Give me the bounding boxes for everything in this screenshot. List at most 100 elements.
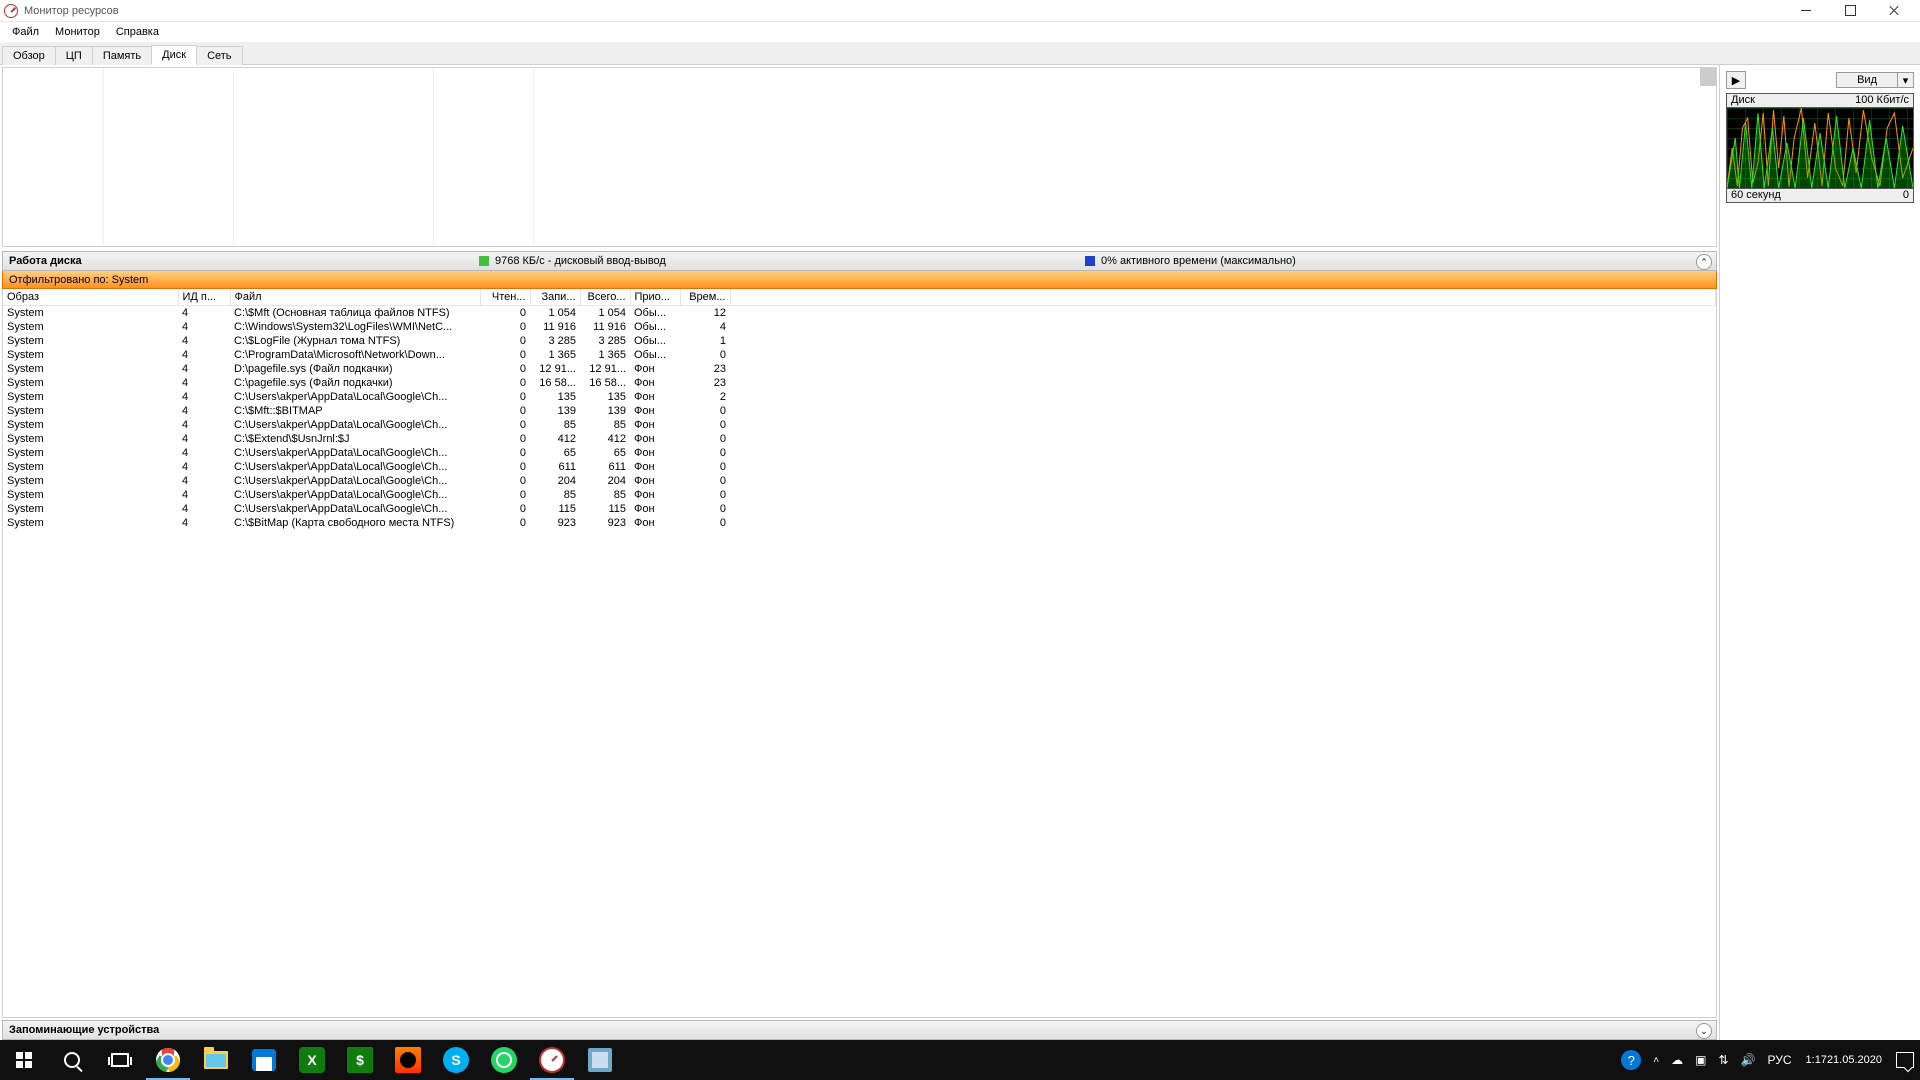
table-row[interactable]: System4C:\$LogFile (Журнал тома NTFS)03 … bbox=[3, 334, 1716, 348]
col-pid[interactable]: ИД п... bbox=[178, 289, 230, 306]
taskbar-app-xbox[interactable]: X bbox=[288, 1040, 336, 1080]
volume-icon[interactable]: 🔊 bbox=[1735, 1040, 1762, 1080]
cell-image: System bbox=[3, 516, 178, 530]
col-file[interactable]: Файл bbox=[230, 289, 480, 306]
table-header-row: Образ ИД п... Файл Чтен... Запи... Всего… bbox=[3, 289, 1716, 306]
collapse-button[interactable]: ⌃ bbox=[1696, 254, 1712, 270]
tab-network[interactable]: Сеть bbox=[196, 46, 242, 65]
col-read[interactable]: Чтен... bbox=[480, 289, 530, 306]
table-row[interactable]: System4C:\Windows\System32\LogFiles\WMI\… bbox=[3, 320, 1716, 334]
table-row[interactable]: System4C:\$BitMap (Карта свободного мест… bbox=[3, 516, 1716, 530]
view-button[interactable]: Вид bbox=[1836, 72, 1898, 88]
expand-pane-button[interactable]: ▶ bbox=[1726, 71, 1746, 89]
table-row[interactable]: System4C:\ProgramData\Microsoft\Network\… bbox=[3, 348, 1716, 362]
cell-total: 11 916 bbox=[580, 320, 630, 334]
table-row[interactable]: System4C:\pagefile.sys (Файл подкачки)01… bbox=[3, 376, 1716, 390]
menu-help[interactable]: Справка bbox=[108, 24, 167, 40]
battery-icon[interactable]: ▣ bbox=[1689, 1040, 1712, 1080]
taskbar-app-skype[interactable]: S bbox=[432, 1040, 480, 1080]
col-total[interactable]: Всего... bbox=[580, 289, 630, 306]
tab-bar: Обзор ЦП Память Диск Сеть bbox=[0, 42, 1920, 65]
taskbar-app-money[interactable]: $ bbox=[336, 1040, 384, 1080]
cell-pid: 4 bbox=[178, 432, 230, 446]
cell-file: C:\$BitMap (Карта свободного места NTFS) bbox=[230, 516, 480, 530]
table-row[interactable]: System4C:\Users\akper\AppData\Local\Goog… bbox=[3, 488, 1716, 502]
taskbar-app-regedit[interactable] bbox=[576, 1040, 624, 1080]
taskbar-app-whatsapp[interactable] bbox=[480, 1040, 528, 1080]
cell-time: 2 bbox=[680, 390, 730, 404]
task-view-button[interactable] bbox=[96, 1040, 144, 1080]
table-row[interactable]: System4C:\Users\akper\AppData\Local\Goog… bbox=[3, 474, 1716, 488]
maximize-button[interactable] bbox=[1828, 0, 1872, 22]
tray-overflow-button[interactable]: ˄ bbox=[1647, 1040, 1665, 1080]
green-indicator-icon bbox=[479, 256, 489, 266]
cell-total: 115 bbox=[580, 502, 630, 516]
cell-time: 4 bbox=[680, 320, 730, 334]
cell-read: 0 bbox=[480, 474, 530, 488]
table-row[interactable]: System4C:\$Mft (Основная таблица файлов … bbox=[3, 306, 1716, 321]
start-button[interactable] bbox=[0, 1040, 48, 1080]
minimize-button[interactable] bbox=[1784, 0, 1828, 22]
expand-button[interactable]: ⌄ bbox=[1696, 1023, 1712, 1039]
view-dropdown-button[interactable]: ▾ bbox=[1898, 72, 1914, 88]
cell-pid: 4 bbox=[178, 334, 230, 348]
taskbar-app-chrome[interactable] bbox=[144, 1040, 192, 1080]
cell-prio: Фон bbox=[630, 404, 680, 418]
clock[interactable]: 1:17 21.05.2020 bbox=[1798, 1040, 1890, 1080]
help-button[interactable]: ? bbox=[1615, 1040, 1647, 1080]
language-indicator[interactable]: РУС bbox=[1761, 1040, 1797, 1080]
graph-scale: 100 Кбит/с bbox=[1855, 94, 1909, 107]
tab-cpu[interactable]: ЦП bbox=[55, 46, 93, 65]
table-row[interactable]: System4C:\Users\akper\AppData\Local\Goog… bbox=[3, 418, 1716, 432]
storage-header[interactable]: Запоминающие устройства ⌄ bbox=[2, 1020, 1717, 1040]
taskbar-app-resmon[interactable] bbox=[528, 1040, 576, 1080]
col-prio[interactable]: Прио... bbox=[630, 289, 680, 306]
action-center-button[interactable] bbox=[1890, 1040, 1920, 1080]
taskbar-app-store[interactable] bbox=[240, 1040, 288, 1080]
cell-total: 16 58... bbox=[580, 376, 630, 390]
cell-total: 204 bbox=[580, 474, 630, 488]
cell-write: 3 285 bbox=[530, 334, 580, 348]
cell-write: 115 bbox=[530, 502, 580, 516]
col-write[interactable]: Запи... bbox=[530, 289, 580, 306]
network-icon[interactable]: ⇅ bbox=[1712, 1040, 1734, 1080]
cell-prio: Обы... bbox=[630, 334, 680, 348]
cell-file: C:\$LogFile (Журнал тома NTFS) bbox=[230, 334, 480, 348]
cell-prio: Фон bbox=[630, 460, 680, 474]
taskbar-app-explorer[interactable] bbox=[192, 1040, 240, 1080]
taskbar-app-aida[interactable] bbox=[384, 1040, 432, 1080]
table-row[interactable]: System4D:\pagefile.sys (Файл подкачки)01… bbox=[3, 362, 1716, 376]
disk-activity-table: Образ ИД п... Файл Чтен... Запи... Всего… bbox=[2, 289, 1717, 1018]
clock-time: 1:17 bbox=[1806, 1054, 1827, 1067]
menu-monitor[interactable]: Монитор bbox=[47, 24, 108, 40]
disk-activity-header[interactable]: Работа диска 9768 КБ/с - дисковый ввод-в… bbox=[2, 251, 1717, 271]
tab-memory[interactable]: Память bbox=[92, 46, 152, 65]
cell-read: 0 bbox=[480, 362, 530, 376]
table-row[interactable]: System4C:\Users\akper\AppData\Local\Goog… bbox=[3, 460, 1716, 474]
col-time[interactable]: Врем... bbox=[680, 289, 730, 306]
search-button[interactable] bbox=[48, 1040, 96, 1080]
scrollbar-thumb[interactable] bbox=[1700, 68, 1716, 86]
cell-image: System bbox=[3, 390, 178, 404]
col-image[interactable]: Образ bbox=[3, 289, 178, 306]
window-title: Монитор ресурсов bbox=[24, 5, 119, 17]
onedrive-icon[interactable]: ☁ bbox=[1665, 1040, 1689, 1080]
cell-file: C:\$Mft::$BITMAP bbox=[230, 404, 480, 418]
cell-pid: 4 bbox=[178, 488, 230, 502]
table-row[interactable]: System4C:\Users\akper\AppData\Local\Goog… bbox=[3, 502, 1716, 516]
menu-file[interactable]: Файл bbox=[4, 24, 47, 40]
cell-total: 139 bbox=[580, 404, 630, 418]
tab-disk[interactable]: Диск bbox=[151, 45, 197, 65]
table-row[interactable]: System4C:\$Extend\$UsnJrnl:$J0412412Фон0 bbox=[3, 432, 1716, 446]
cell-prio: Обы... bbox=[630, 306, 680, 321]
cell-image: System bbox=[3, 460, 178, 474]
tab-overview[interactable]: Обзор bbox=[2, 46, 56, 65]
storage-title: Запоминающие устройства bbox=[9, 1024, 159, 1036]
close-button[interactable] bbox=[1872, 0, 1916, 22]
table-row[interactable]: System4C:\Users\akper\AppData\Local\Goog… bbox=[3, 390, 1716, 404]
cell-read: 0 bbox=[480, 502, 530, 516]
table-row[interactable]: System4C:\Users\akper\AppData\Local\Goog… bbox=[3, 446, 1716, 460]
disk-throughput-label: 9768 КБ/с - дисковый ввод-вывод bbox=[495, 255, 1085, 267]
cell-write: 1 054 bbox=[530, 306, 580, 321]
table-row[interactable]: System4C:\$Mft::$BITMAP0139139Фон0 bbox=[3, 404, 1716, 418]
